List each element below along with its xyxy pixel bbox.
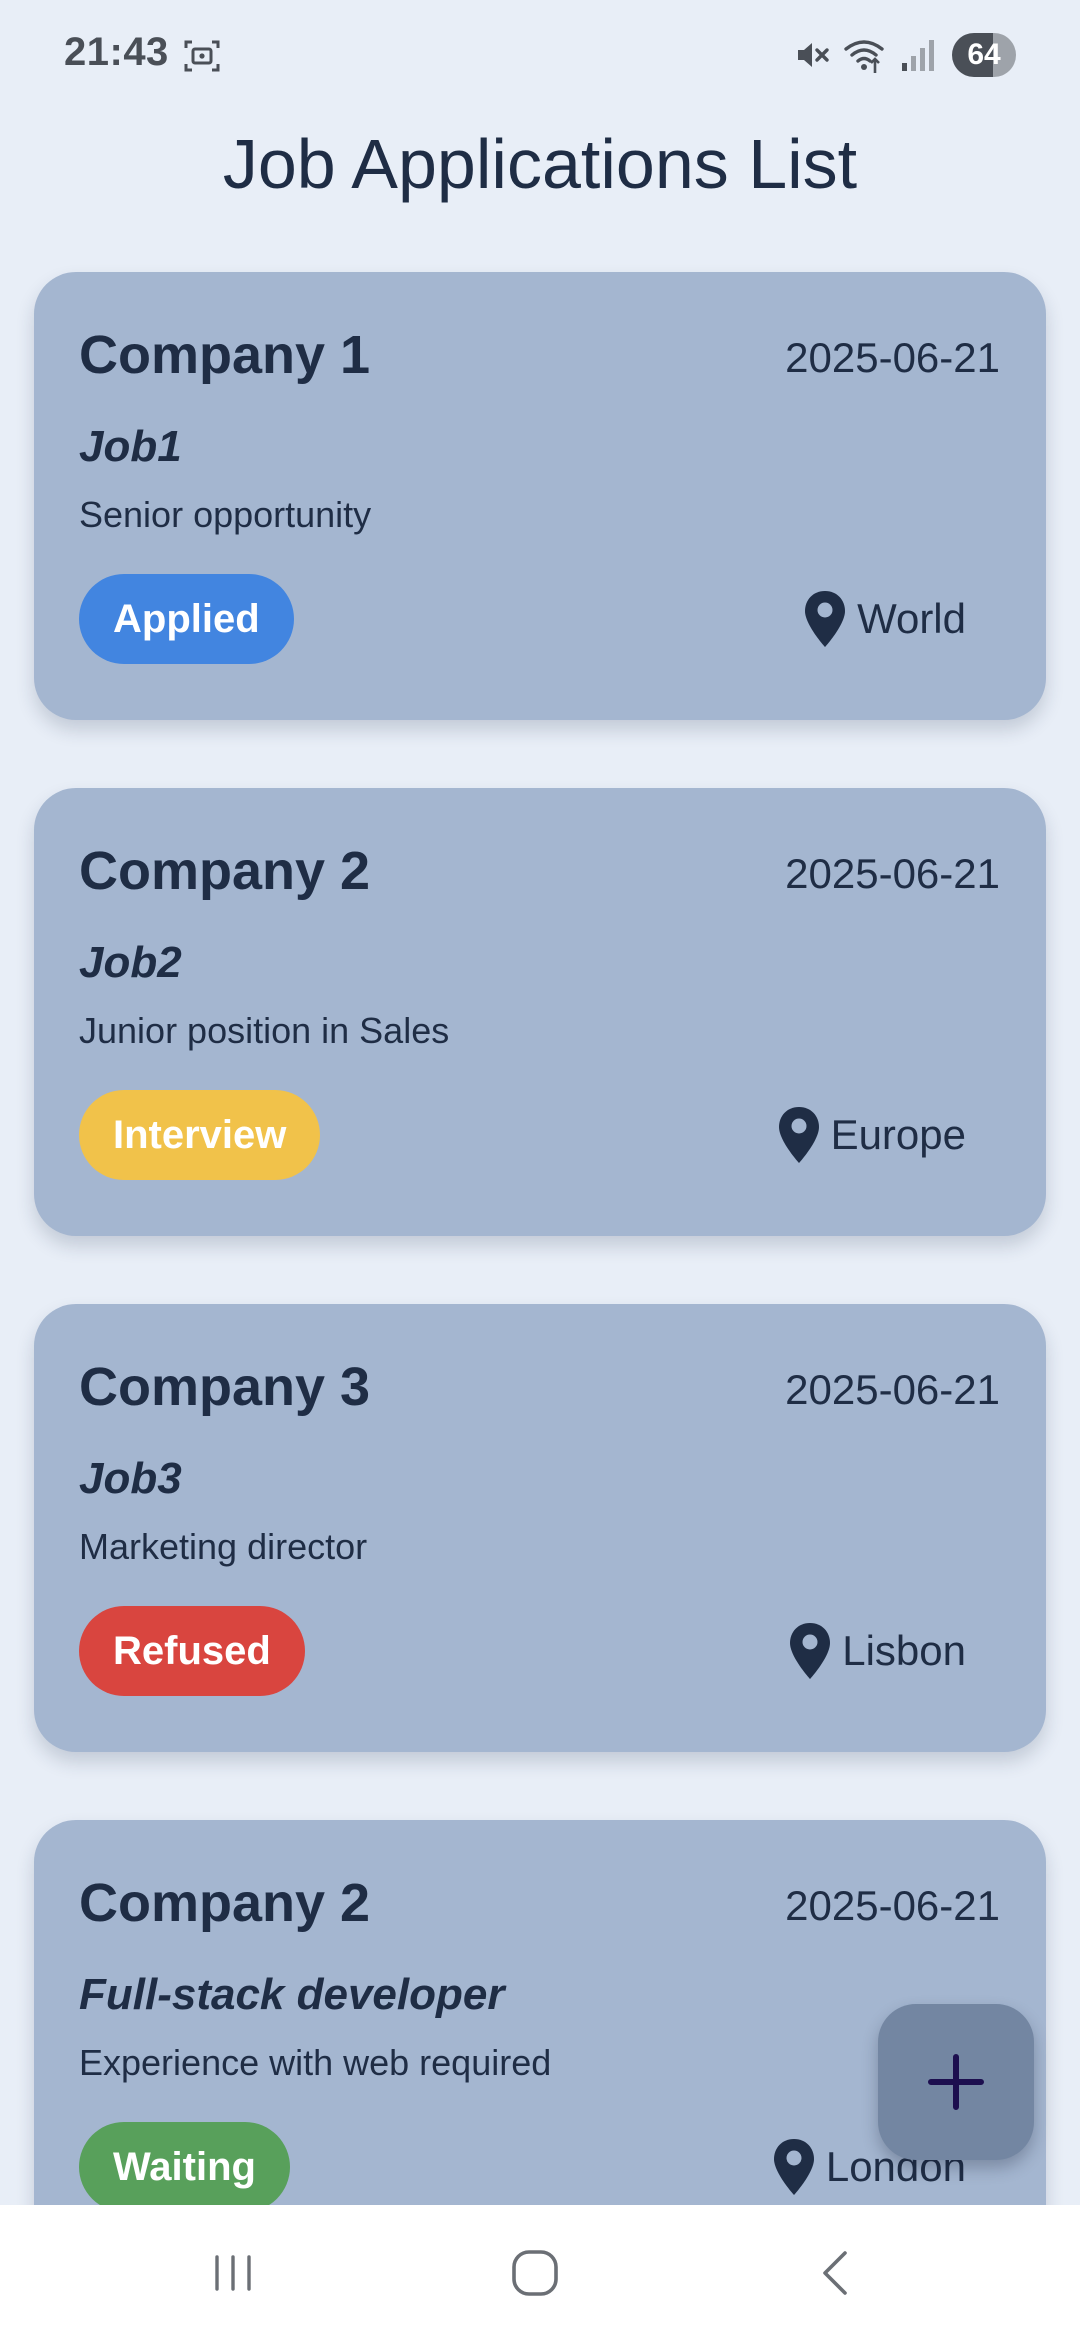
company-name: Company 2 [79,841,371,901]
job-title: Full-stack developer [79,1970,505,2019]
job-description: Junior position in Sales [79,1010,450,1051]
location-text: Lisbon [842,1627,966,1674]
company-name: Company 1 [79,325,371,385]
home-icon [512,2250,558,2296]
location-text: Europe [830,1111,966,1158]
job-card[interactable]: Company 1 2025-06-21 Job1 Senior opportu… [34,272,1046,720]
job-description: Experience with web required [79,2042,552,2083]
company-name: Company 2 [79,1873,371,1933]
back-icon [823,2251,847,2295]
page-title: Job Applications List [222,125,858,203]
recent-apps-button[interactable] [188,2233,278,2313]
status-badge[interactable]: Waiting [79,2122,290,2205]
company-name: Company 3 [79,1357,371,1417]
job-location: Europe [777,1102,966,1168]
job-description: Senior opportunity [79,494,372,535]
job-title: Job3 [79,1454,182,1503]
application-date: 2025-06-21 [785,1882,1000,1929]
recent-apps-icon [215,2255,251,2291]
job-title: Job2 [79,938,182,987]
status-badge[interactable]: Interview [79,1090,321,1180]
application-date: 2025-06-21 [785,850,1000,897]
location-text: World [857,595,966,642]
job-applications-list[interactable]: Job Applications List Company 1 2025-06-… [0,0,1080,2205]
navigation-bar [0,2205,1080,2340]
location-pin-icon [773,2139,814,2195]
add-application-button[interactable] [878,2004,1034,2160]
home-button[interactable] [490,2233,580,2313]
location-pin-icon [778,1107,819,1163]
plus-icon [928,2054,984,2110]
job-title: Job1 [79,422,182,471]
job-location: Lisbon [788,1618,966,1684]
job-card[interactable]: Company 2 2025-06-21 Job2 Junior positio… [34,788,1046,1236]
back-button[interactable] [792,2233,882,2313]
job-location: World [803,586,966,652]
application-date: 2025-06-21 [785,1366,1000,1413]
location-pin-icon [805,591,846,647]
application-date: 2025-06-21 [785,334,1000,381]
location-pin-icon [790,1623,831,1679]
status-badge[interactable]: Refused [79,1606,305,1696]
status-badge[interactable]: Applied [79,574,294,664]
job-description: Marketing director [79,1526,368,1567]
job-card[interactable]: Company 3 2025-06-21 Job3 Marketing dire… [34,1304,1046,1752]
